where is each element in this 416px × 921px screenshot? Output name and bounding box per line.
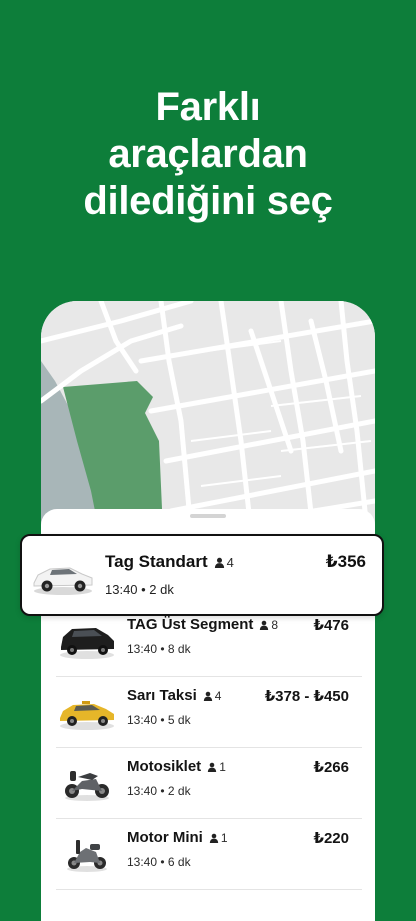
- vehicle-eta: 13:40 • 2 dk: [105, 582, 174, 597]
- vehicle-price: ₺476: [313, 617, 349, 634]
- vehicle-name: TAG Üst Segment 8: [127, 616, 279, 633]
- vehicle-eta: 13:40 • 6 dk: [127, 855, 191, 869]
- scooter-icon: [67, 840, 107, 872]
- passenger-capacity: 4: [203, 689, 221, 703]
- vehicle-price: ₺220: [313, 830, 349, 847]
- person-icon: [207, 762, 217, 772]
- headline: Farklı araçlardan dilediğini seç: [0, 84, 416, 225]
- passenger-capacity: 1: [207, 760, 226, 774]
- person-icon: [203, 691, 212, 701]
- vehicle-name: Motosiklet 1: [127, 758, 226, 775]
- passenger-capacity: 4: [214, 555, 234, 570]
- person-icon: [214, 557, 224, 568]
- vehicle-name: Sarı Taksi 4: [127, 687, 222, 704]
- sheet-drag-handle[interactable]: [190, 514, 226, 518]
- vehicle-name: Tag Standart 4: [105, 552, 234, 571]
- black-suv-icon: [60, 628, 114, 659]
- vehicle-option-sari-taksi[interactable]: Sarı Taksi 4 13:40 • 5 dk ₺378 - ₺450: [56, 676, 362, 748]
- passenger-capacity: 8: [259, 618, 278, 632]
- headline-line-1: Farklı: [155, 85, 261, 129]
- person-icon: [209, 833, 219, 843]
- selected-vehicle-card[interactable]: Tag Standart 4 13:40 • 2 dk ₺356: [20, 534, 384, 616]
- white-sedan-icon: [33, 567, 93, 595]
- map-view[interactable]: [41, 301, 375, 531]
- headline-line-2: araçlardan: [108, 132, 308, 176]
- motorcycle-icon: [65, 771, 109, 801]
- vehicle-price: ₺266: [313, 759, 349, 776]
- vehicle-price: ₺378 - ₺450: [264, 688, 349, 705]
- person-icon: [260, 620, 269, 630]
- yellow-taxi-icon: [60, 701, 114, 730]
- vehicle-option-motor-mini[interactable]: Motor Mini 1 13:40 • 6 dk ₺220: [56, 818, 362, 890]
- headline-line-3: dilediğini seç: [83, 179, 333, 223]
- vehicle-eta: 13:40 • 8 dk: [127, 642, 191, 656]
- vehicle-name: Motor Mini 1: [127, 829, 228, 846]
- passenger-capacity: 1: [209, 831, 228, 845]
- vehicle-price: ₺356: [325, 552, 366, 571]
- vehicle-eta: 13:40 • 2 dk: [127, 784, 191, 798]
- vehicle-option-motosiklet[interactable]: Motosiklet 1 13:40 • 2 dk ₺266: [56, 747, 362, 819]
- vehicle-eta: 13:40 • 5 dk: [127, 713, 191, 727]
